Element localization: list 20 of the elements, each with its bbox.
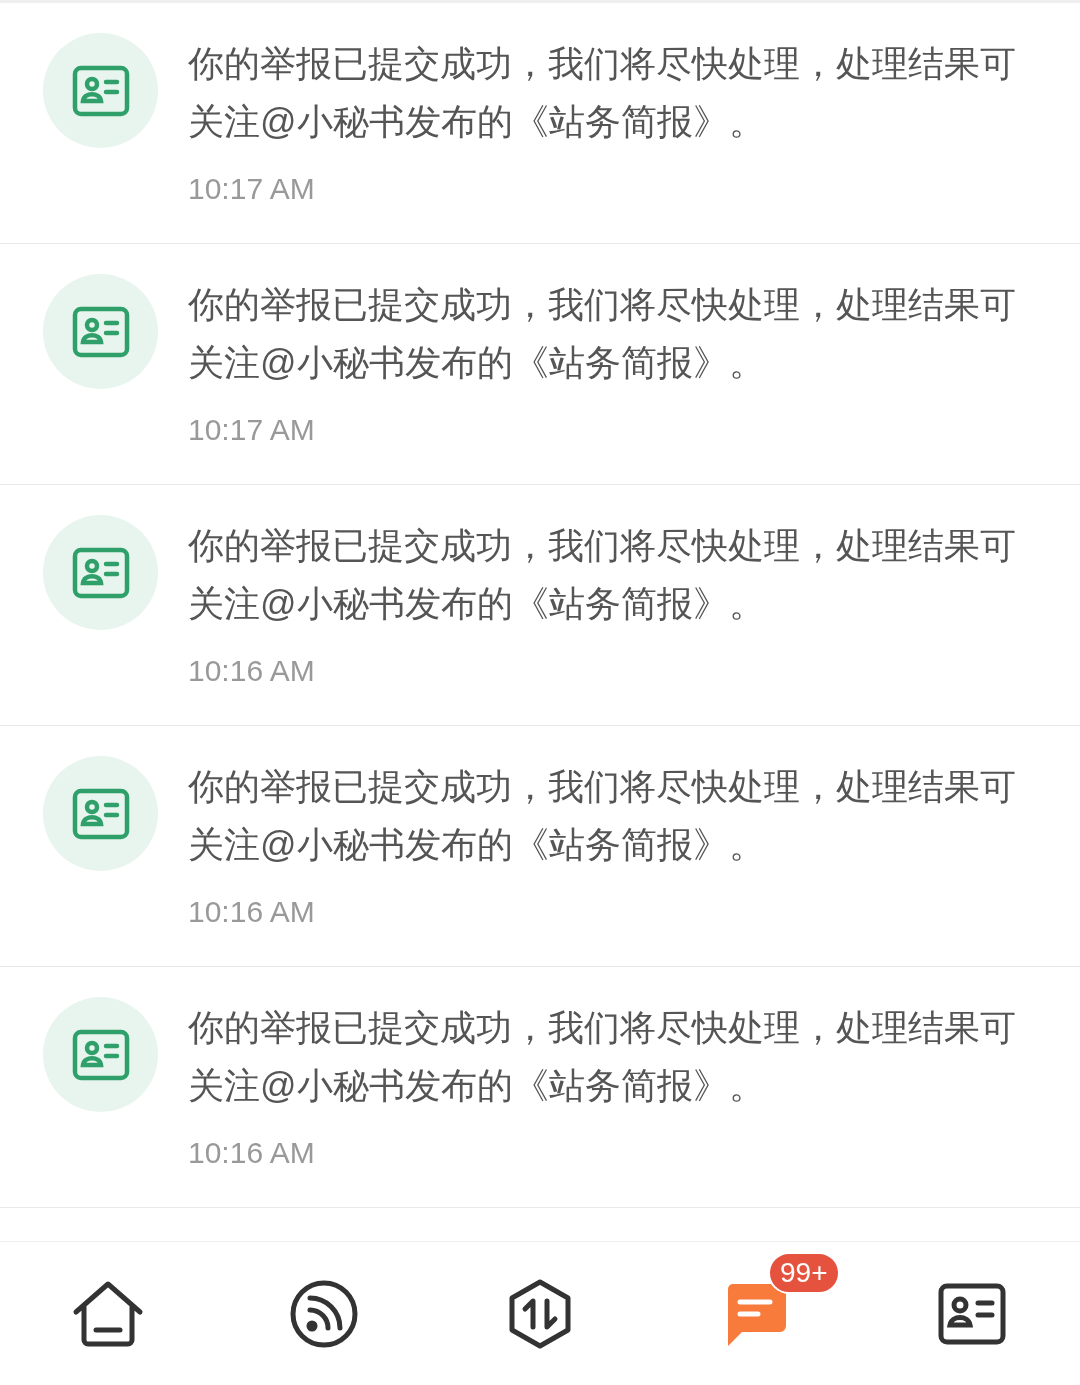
id-card-icon (71, 305, 130, 358)
notification-time: 10:16 AM (188, 1135, 316, 1171)
notification-message: 你的举报已提交成功，我们将尽快处理，处理结果可关注@小秘书发布的《站务简报》。 (188, 42, 1017, 144)
unread-count: 99+ (768, 1252, 840, 1294)
notification-time: 10:16 AM (188, 894, 316, 930)
notification-message: 你的举报已提交成功，我们将尽快处理，处理结果可关注@小秘书发布的《站务简报》。 (188, 765, 1017, 867)
notification-time: 10:16 AM (188, 653, 316, 689)
notification-message: 你的举报已提交成功，我们将尽快处理，处理结果可关注@小秘书发布的《站务简报》。 (188, 283, 1017, 385)
notification-message: 你的举报已提交成功，我们将尽快处理，处理结果可关注@小秘书发布的《站务简报》。 (188, 524, 1017, 626)
notification-time: 10:17 AM (188, 171, 316, 207)
id-card-icon (71, 787, 130, 840)
nav-tab[interactable]: 99+ (648, 1242, 864, 1385)
notification-time: 10:17 AM (188, 412, 316, 448)
profile-card-icon (938, 1282, 1006, 1345)
id-card-icon (71, 1028, 130, 1081)
id-card-icon (71, 64, 130, 117)
swap-icon (508, 1278, 572, 1349)
notification-message: 你的举报已提交成功，我们将尽快处理，处理结果可关注@小秘书发布的《站务简报》。 (188, 1006, 1017, 1108)
id-card-icon (71, 546, 130, 599)
rss-icon (290, 1279, 358, 1348)
